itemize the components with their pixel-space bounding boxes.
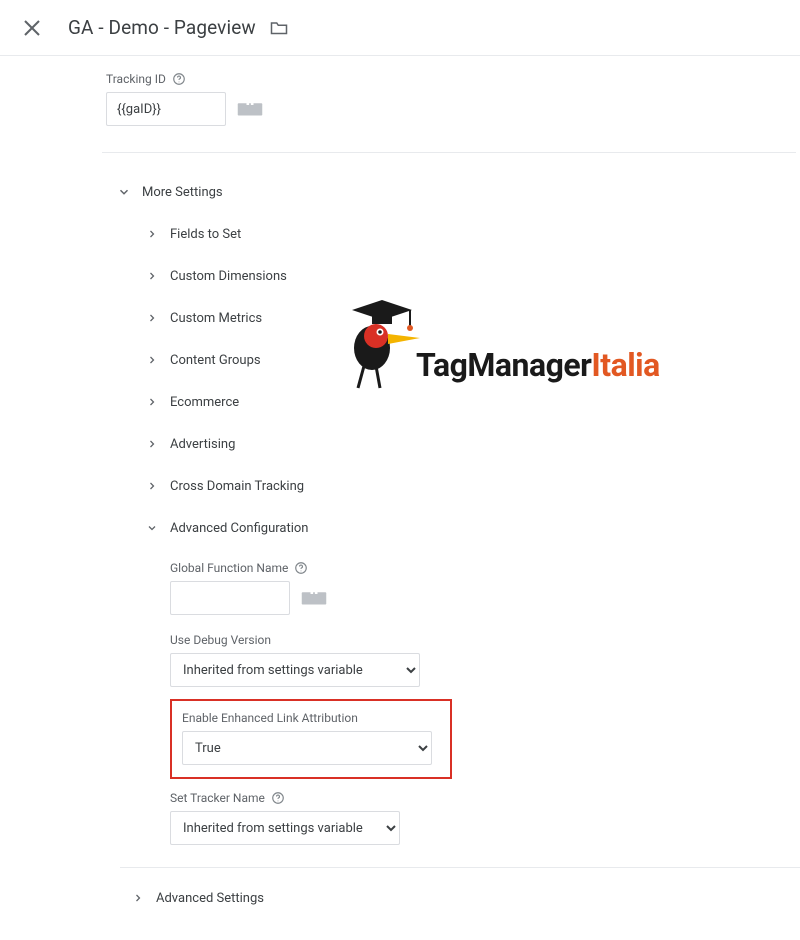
global-function-name-input[interactable] — [170, 581, 290, 615]
row-label: Content Groups — [170, 353, 261, 368]
more-settings-section: More Settings Fields to Set Custom Dimen… — [106, 171, 800, 845]
set-tracker-name-select[interactable]: Inherited from settings variable — [170, 811, 400, 845]
chevron-right-icon — [140, 348, 164, 372]
row-advanced-configuration[interactable]: Advanced Configuration — [140, 507, 800, 549]
tracking-id-label: Tracking ID — [106, 72, 800, 86]
row-cross-domain-tracking[interactable]: Cross Domain Tracking — [140, 465, 800, 507]
row-label: Ecommerce — [170, 395, 239, 410]
chevron-right-icon — [140, 390, 164, 414]
chevron-right-icon — [140, 222, 164, 246]
row-custom-dimensions[interactable]: Custom Dimensions — [140, 255, 800, 297]
chevron-right-icon — [126, 886, 150, 910]
enhanced-link-label: Enable Enhanced Link Attribution — [182, 711, 440, 725]
label-text: Global Function Name — [170, 561, 288, 575]
chevron-right-icon — [140, 264, 164, 288]
advanced-configuration-block: Global Function Name Use Debug Version — [140, 561, 800, 845]
help-icon[interactable] — [271, 791, 285, 805]
enhanced-link-select[interactable]: True — [182, 731, 432, 765]
tracking-id-block: Tracking ID — [106, 72, 800, 126]
row-label: Custom Metrics — [170, 311, 262, 326]
content-area: Tracking ID More Settings Fields to Set — [0, 56, 800, 940]
row-label: Advanced Configuration — [170, 521, 308, 536]
advanced-settings-label: Advanced Settings — [156, 891, 264, 906]
variable-picker-icon[interactable] — [300, 587, 328, 609]
chevron-right-icon — [140, 474, 164, 498]
tracking-id-label-text: Tracking ID — [106, 72, 166, 86]
use-debug-version-label: Use Debug Version — [170, 633, 800, 647]
header-bar: GA - Demo - Pageview — [0, 0, 800, 56]
label-text: Enable Enhanced Link Attribution — [182, 711, 358, 725]
row-ecommerce[interactable]: Ecommerce — [140, 381, 800, 423]
row-advertising[interactable]: Advertising — [140, 423, 800, 465]
row-label: Advertising — [170, 437, 235, 452]
row-content-groups[interactable]: Content Groups — [140, 339, 800, 381]
row-label: Cross Domain Tracking — [170, 479, 304, 494]
more-settings-label: More Settings — [142, 185, 223, 200]
close-icon[interactable] — [20, 16, 44, 40]
row-fields-to-set[interactable]: Fields to Set — [140, 213, 800, 255]
chevron-right-icon — [140, 432, 164, 456]
use-debug-version-select[interactable]: Inherited from settings variable — [170, 653, 420, 687]
global-function-name-label: Global Function Name — [170, 561, 800, 575]
chevron-down-icon — [112, 180, 136, 204]
variable-picker-icon[interactable] — [236, 98, 264, 120]
folder-icon[interactable] — [270, 20, 288, 36]
row-label: Fields to Set — [170, 227, 241, 242]
label-text: Set Tracker Name — [170, 791, 265, 805]
set-tracker-name-label: Set Tracker Name — [170, 791, 800, 805]
advanced-settings-row[interactable]: Advanced Settings — [120, 867, 800, 910]
help-icon[interactable] — [172, 72, 186, 86]
chevron-right-icon — [140, 306, 164, 330]
tracking-id-input[interactable] — [106, 92, 226, 126]
page-title: GA - Demo - Pageview — [68, 16, 256, 39]
enhanced-link-highlight: Enable Enhanced Link Attribution True — [170, 699, 452, 779]
label-text: Use Debug Version — [170, 633, 271, 647]
more-settings-row[interactable]: More Settings — [112, 171, 800, 213]
chevron-down-icon — [140, 516, 164, 540]
row-label: Custom Dimensions — [170, 269, 287, 284]
row-custom-metrics[interactable]: Custom Metrics — [140, 297, 800, 339]
help-icon[interactable] — [294, 561, 308, 575]
divider — [102, 152, 796, 153]
